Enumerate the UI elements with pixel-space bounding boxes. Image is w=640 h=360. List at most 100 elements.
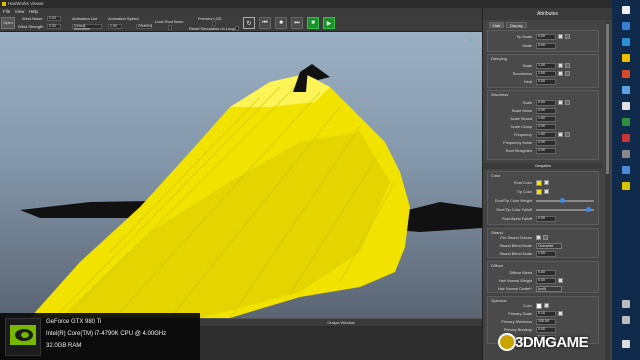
tab-display[interactable]: Display	[505, 22, 527, 28]
step-forward-button[interactable]: ⏭	[291, 17, 303, 29]
volume-icon[interactable]	[622, 316, 630, 324]
blend-scale-value[interactable]: 1.00	[536, 251, 556, 257]
attr-value[interactable]: 1.00	[536, 116, 556, 122]
3d-viewport[interactable]: Y	[0, 32, 482, 318]
texture-icon[interactable]	[558, 34, 563, 39]
notification-icon[interactable]	[622, 340, 630, 348]
attr-value[interactable]: 0.00	[536, 148, 556, 154]
attr-value[interactable]: 0.00	[536, 34, 556, 40]
attr-value[interactable]: 0.00	[536, 124, 556, 130]
attr-value[interactable]: 0.00	[536, 43, 556, 49]
texture-icon[interactable]	[558, 100, 563, 105]
attr-value[interactable]: 0.00	[536, 79, 556, 85]
texture-icon[interactable]	[544, 180, 549, 185]
texture-icon[interactable]	[558, 71, 563, 76]
texture-icon[interactable]	[558, 132, 563, 137]
menu-file[interactable]: File	[3, 8, 10, 15]
slider-knob[interactable]	[586, 207, 592, 212]
preview-lod-label: Preview LOD	[198, 16, 222, 21]
menu-view[interactable]: View	[15, 8, 25, 15]
clear-icon[interactable]	[565, 71, 570, 76]
attr-value[interactable]: 0.00	[536, 108, 556, 114]
app-icon-white[interactable]	[622, 102, 630, 110]
lock-root-bone-checkbox[interactable]	[168, 25, 172, 30]
play-button[interactable]: ▶	[323, 17, 335, 29]
attr-value[interactable]: 0.00	[536, 278, 556, 284]
attributes-scrollbar[interactable]	[605, 22, 610, 360]
stop-button[interactable]: ■	[275, 17, 287, 29]
rewind-icon: ⏮	[262, 19, 268, 26]
root-alpha-falloff-value[interactable]: 0.00	[536, 216, 556, 222]
slider-knob[interactable]	[559, 198, 565, 203]
edge-icon[interactable]	[622, 38, 630, 46]
animation-speed-input[interactable]: 1.00	[108, 24, 122, 29]
root-tip-falloff-slider[interactable]	[536, 207, 594, 212]
hairworks-taskbar-icon[interactable]	[622, 182, 630, 190]
animation-list-select[interactable]: Default Animation	[72, 24, 102, 31]
attr-label: Frequency Noise	[503, 141, 532, 145]
animation-mode-select[interactable]: Disabled	[136, 24, 152, 29]
app-icon-red[interactable]	[622, 70, 630, 78]
app-icon-gray[interactable]	[622, 150, 630, 158]
attr-value[interactable]: 1.00	[536, 63, 556, 69]
texture-icon[interactable]	[558, 311, 563, 316]
texture-icon[interactable]	[558, 63, 563, 68]
attr-value[interactable]: 0.00	[536, 140, 556, 146]
attr-value[interactable]: 0.00	[536, 327, 556, 333]
root-color-swatch[interactable]	[536, 180, 542, 186]
attr-value[interactable]: 0.10	[536, 311, 556, 317]
stop-square-icon: ■	[311, 20, 315, 26]
specular-color-swatch[interactable]	[536, 303, 542, 309]
scrollbar-thumb[interactable]	[606, 24, 609, 174]
specular-color-row: Color	[488, 303, 600, 310]
store-icon[interactable]	[622, 86, 630, 94]
texture-icon[interactable]	[536, 235, 541, 240]
clear-icon[interactable]	[565, 34, 570, 39]
attr-value[interactable]: 0.00	[536, 100, 556, 106]
clear-icon[interactable]	[565, 100, 570, 105]
root-tip-weight-row: Root/Tip Color Weight	[488, 198, 600, 205]
root-tip-falloff-label: Root/Tip Color Falloff	[496, 208, 532, 212]
per-strand-texture-row: Per Strand Texture	[488, 235, 600, 242]
app-icon-green[interactable]	[622, 118, 630, 126]
blend-mode-dropdown[interactable]: Overwrite	[536, 243, 562, 249]
texture-icon[interactable]	[558, 278, 563, 283]
step-forward-icon: ⏭	[294, 19, 300, 26]
attr-value[interactable]: 1.00	[536, 71, 556, 77]
texture-icon[interactable]	[544, 303, 549, 308]
rewind-button[interactable]: ⏮	[259, 17, 271, 29]
root-tip-weight-slider[interactable]	[536, 198, 594, 203]
attr-row: Heat 0.00	[488, 79, 600, 86]
tip-color-swatch[interactable]	[536, 189, 542, 195]
color-group: Color Root Color Tip Color Root/Tip Colo…	[487, 171, 599, 225]
reset-sim-checkbox[interactable]	[235, 26, 239, 31]
attr-row: Frequency Noise 0.00	[488, 140, 600, 147]
attr-value[interactable]: 0.00	[536, 270, 556, 276]
attr-row: Frequency 1.00	[488, 132, 600, 139]
stop-icon: ■	[279, 20, 283, 26]
graphics-header[interactable]: Graphics	[483, 163, 603, 169]
attr-value[interactable]: 100.00	[536, 319, 556, 325]
app-icon-blue[interactable]	[622, 166, 630, 174]
clear-icon[interactable]	[543, 235, 548, 240]
reset-sim-button[interactable]: ↻	[243, 17, 255, 29]
open-button[interactable]: Open	[1, 17, 15, 29]
app-icon-red-2[interactable]	[622, 134, 630, 142]
menu-help[interactable]: Help	[29, 8, 38, 15]
explorer-icon[interactable]	[622, 54, 630, 62]
search-icon[interactable]	[622, 22, 630, 30]
tab-hair[interactable]: Hair	[489, 22, 505, 28]
clear-icon[interactable]	[565, 132, 570, 137]
attr-label: Diffuse Blend	[509, 271, 532, 275]
texture-icon[interactable]	[544, 189, 549, 194]
reset-icon: ↻	[246, 20, 252, 27]
wind-noise-input[interactable]: 0.00	[47, 16, 61, 21]
simulate-button[interactable]: ■	[307, 17, 319, 29]
hair-normal-center-dropdown[interactable]: (null)	[536, 286, 562, 292]
wind-strength-input[interactable]: 0.00	[47, 24, 61, 29]
attr-label: Primary Breakup	[503, 328, 532, 332]
clear-icon[interactable]	[565, 63, 570, 68]
windows-start-icon[interactable]	[622, 6, 630, 14]
attr-value[interactable]: 1.00	[536, 132, 556, 138]
network-icon[interactable]	[622, 300, 630, 308]
